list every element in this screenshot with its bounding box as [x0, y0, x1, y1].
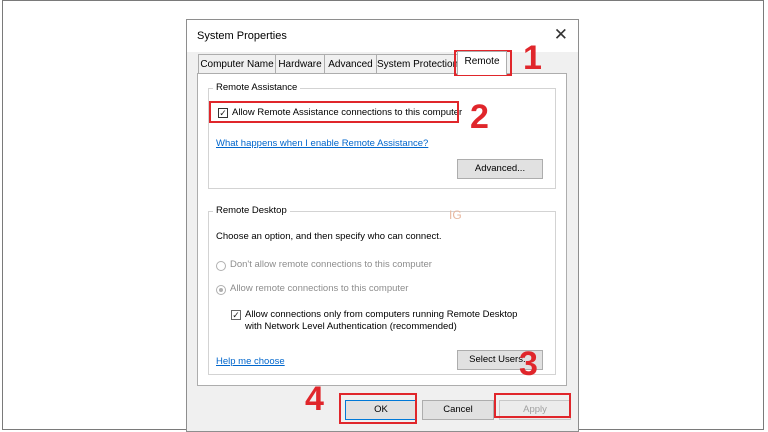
close-icon[interactable]: ✕	[554, 25, 568, 45]
ok-button[interactable]: OK	[345, 400, 417, 420]
advanced-button[interactable]: Advanced...	[457, 159, 543, 179]
step-2-label: 2	[470, 98, 489, 136]
nla-checkbox[interactable]: ✓	[231, 310, 241, 320]
tab-system-protection[interactable]: System Protection	[376, 54, 458, 73]
cancel-button[interactable]: Cancel	[422, 400, 494, 420]
tab-advanced[interactable]: Advanced	[324, 54, 377, 73]
dialog-title: System Properties	[197, 30, 287, 42]
apply-button[interactable]: Apply	[499, 400, 571, 420]
dont-allow-radio[interactable]	[216, 261, 226, 271]
remote-desktop-group: Remote Desktop Choose an option, and the…	[208, 205, 556, 375]
help-me-choose-link[interactable]: Help me choose	[216, 356, 285, 367]
remote-desktop-instruction: Choose an option, and then specify who c…	[216, 231, 442, 242]
step-3-label: 3	[519, 345, 538, 383]
title-bar: System Properties ✕	[187, 20, 578, 52]
tab-hardware[interactable]: Hardware	[275, 54, 325, 73]
allow-remote-assistance-label[interactable]: Allow Remote Assistance connections to t…	[232, 107, 462, 118]
allow-remote-radio[interactable]	[216, 285, 226, 295]
step-4-label: 4	[305, 380, 324, 418]
nla-label-line1[interactable]: Allow connections only from computers ru…	[245, 309, 517, 320]
tab-computer-name[interactable]: Computer Name	[198, 54, 276, 73]
step-1-label: 1	[523, 39, 542, 77]
nla-label-line2[interactable]: with Network Level Authentication (recom…	[245, 321, 457, 332]
allow-remote-assistance-checkbox[interactable]: ✓	[218, 108, 228, 118]
remote-assistance-group: Remote Assistance ✓ Allow Remote Assista…	[208, 82, 556, 189]
remote-assistance-legend: Remote Assistance	[213, 82, 301, 93]
dont-allow-label[interactable]: Don't allow remote connections to this c…	[230, 259, 432, 270]
remote-tab-page: Remote Assistance ✓ Allow Remote Assista…	[197, 73, 567, 386]
remote-desktop-legend: Remote Desktop	[213, 205, 290, 216]
watermark: IG	[449, 208, 462, 222]
remote-assistance-help-link[interactable]: What happens when I enable Remote Assist…	[216, 138, 428, 149]
tab-remote[interactable]: Remote	[457, 51, 507, 75]
allow-remote-label[interactable]: Allow remote connections to this compute…	[230, 283, 408, 294]
